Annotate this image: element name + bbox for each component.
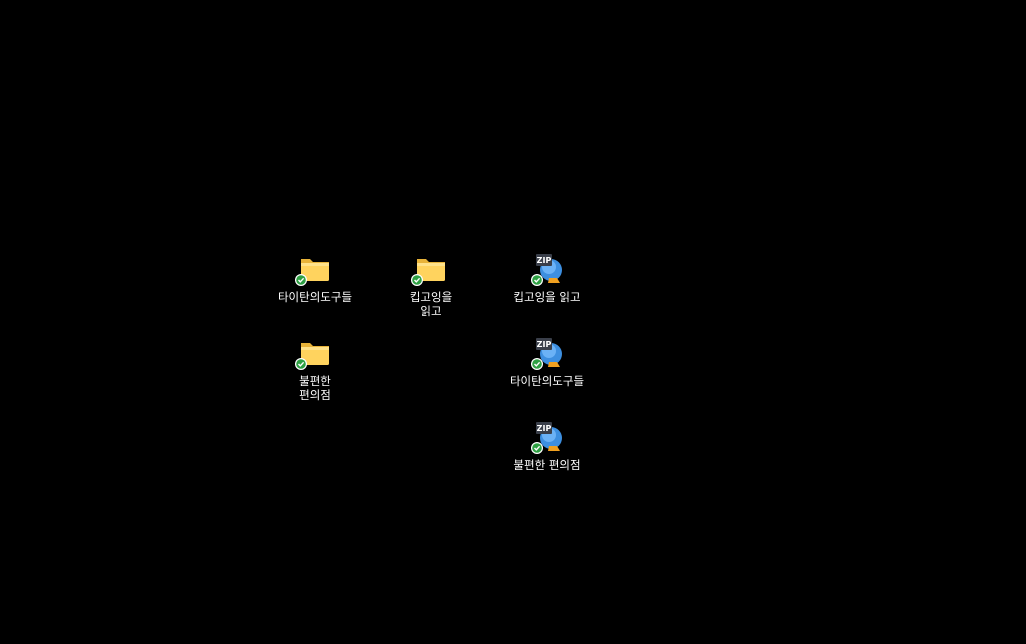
- desktop-zip-uncomfortable-store[interactable]: ZIP 불편한 편의점: [497, 420, 597, 472]
- folder-icon: [295, 336, 335, 372]
- zip-archive-icon: ZIP: [527, 420, 567, 456]
- synced-check-icon: [531, 442, 543, 454]
- zip-archive-icon: ZIP: [527, 252, 567, 288]
- zip-archive-icon: ZIP: [527, 336, 567, 372]
- item-label: 불편한 편의점: [299, 374, 331, 402]
- desktop-folder-uncomfortable-store[interactable]: 불편한 편의점: [265, 336, 365, 402]
- synced-check-icon: [295, 358, 307, 370]
- desktop-zip-titan-tools[interactable]: ZIP 타이탄의도구들: [497, 336, 597, 388]
- item-label: 킵고잉을 읽고: [513, 290, 581, 304]
- item-label: 타이탄의도구들: [277, 290, 353, 304]
- folder-icon: [411, 252, 451, 288]
- synced-check-icon: [411, 274, 423, 286]
- desktop[interactable]: 타이탄의도구들 킵고잉을 읽고 ZIP 킵고잉을 읽고 불편한 편의점 ZIP …: [0, 0, 1026, 644]
- item-label: 킵고잉을 읽고: [409, 290, 453, 318]
- folder-icon: [295, 252, 335, 288]
- synced-check-icon: [531, 274, 543, 286]
- desktop-folder-keep-going[interactable]: 킵고잉을 읽고: [381, 252, 481, 318]
- item-label: 타이탄의도구들: [509, 374, 585, 388]
- synced-check-icon: [295, 274, 307, 286]
- desktop-folder-titan-tools[interactable]: 타이탄의도구들: [265, 252, 365, 304]
- desktop-zip-keep-going[interactable]: ZIP 킵고잉을 읽고: [497, 252, 597, 304]
- synced-check-icon: [531, 358, 543, 370]
- item-label: 불편한 편의점: [513, 458, 581, 472]
